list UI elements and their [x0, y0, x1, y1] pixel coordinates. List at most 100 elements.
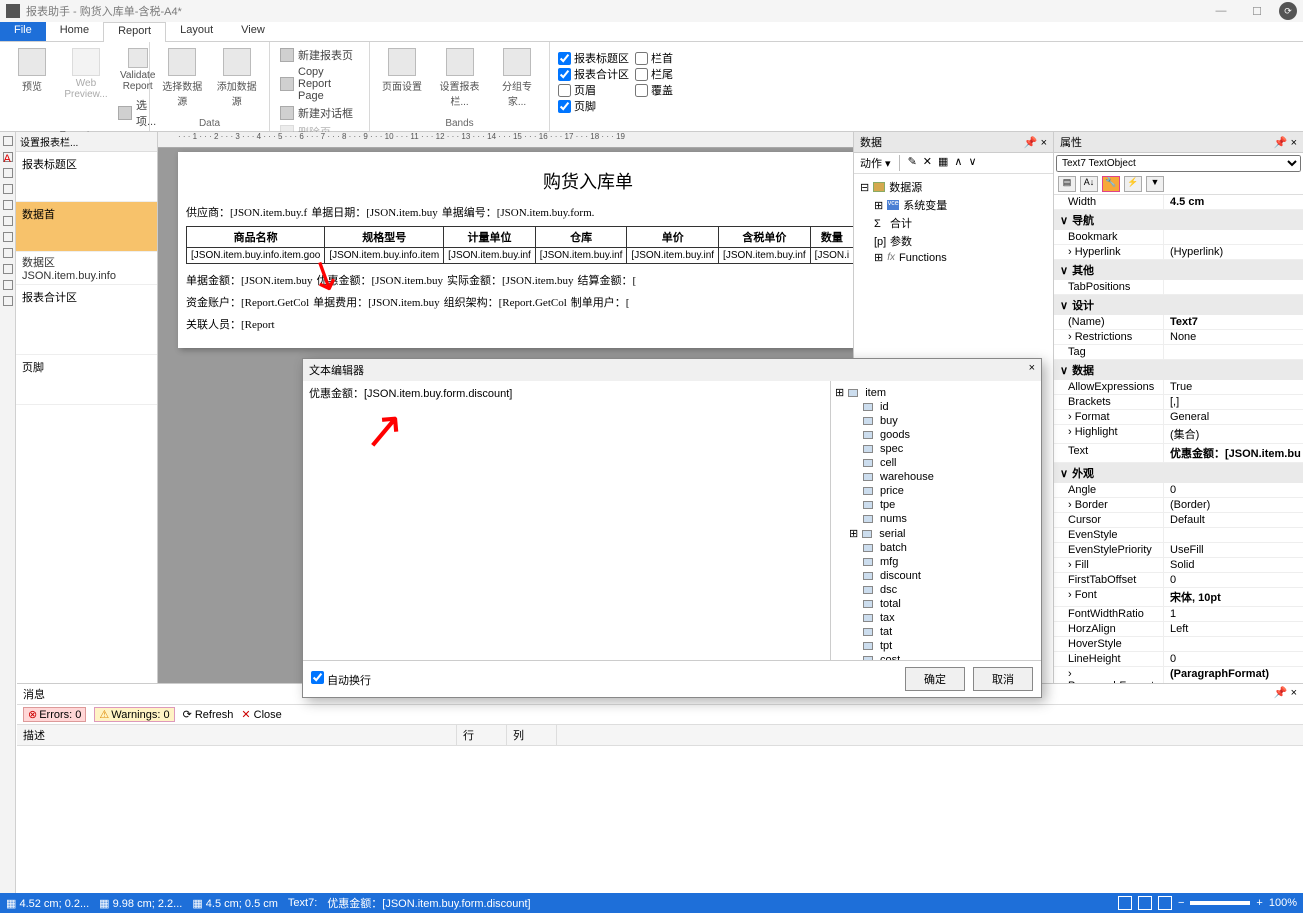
dialog-close-button[interactable]: ×: [1029, 362, 1035, 378]
copy-page-button[interactable]: Copy Report Page: [278, 65, 361, 103]
preview-button[interactable]: 预览: [8, 46, 56, 95]
view-icon-1[interactable]: [1118, 896, 1132, 910]
chk-summary-area[interactable]: 报表合计区: [558, 66, 629, 82]
tool-shape-icon[interactable]: [3, 216, 13, 226]
tree-field-serial[interactable]: ⊞ serial: [835, 526, 1037, 541]
tool-other-icon[interactable]: [3, 296, 13, 306]
tree-field-spec[interactable]: spec: [835, 442, 1037, 456]
menu-report[interactable]: Report: [103, 22, 166, 42]
tool-chart-icon[interactable]: [3, 248, 13, 258]
prop-az-btn[interactable]: A↓: [1080, 176, 1098, 192]
tree-totals[interactable]: Σ合计: [860, 214, 1047, 232]
tool-line-icon[interactable]: [3, 200, 13, 210]
field-supplier[interactable]: 供应商：[JSON.item.buy.f: [186, 204, 307, 220]
help-button[interactable]: ⟳: [1279, 2, 1297, 20]
tb-delete-icon[interactable]: ✕: [923, 155, 932, 171]
zoom-in-button[interactable]: +: [1256, 897, 1262, 909]
errors-counter[interactable]: ⊗Errors: 0: [23, 707, 86, 722]
zoom-slider[interactable]: [1190, 901, 1250, 905]
field-billamount[interactable]: 单据金额：[JSON.item.buy: [186, 272, 313, 288]
tree-field-tpe[interactable]: tpe: [835, 498, 1037, 512]
chk-page-footer[interactable]: 页脚: [558, 98, 629, 114]
new-page-button[interactable]: 新建报表页: [278, 46, 355, 64]
tree-params[interactable]: [p]参数: [860, 232, 1047, 250]
report-page[interactable]: 购货入库单 供应商：[JSON.item.buy.f 单据日期：[JSON.it…: [178, 152, 853, 348]
field-related[interactable]: 关联人员：[Report: [186, 316, 275, 332]
chk-overlay[interactable]: 覆盖: [635, 82, 673, 98]
object-selector[interactable]: Text7 TextObject: [1056, 155, 1301, 172]
chk-col-foot[interactable]: 栏尾: [635, 66, 673, 82]
field-account[interactable]: 资金账户：[Report.GetCol: [186, 294, 309, 310]
prop-cat-btn[interactable]: ▤: [1058, 176, 1076, 192]
band-panel-header[interactable]: 设置报表栏...: [16, 132, 157, 152]
panel-pin-icon[interactable]: 📌 ×: [1024, 136, 1047, 149]
menu-view[interactable]: View: [227, 22, 279, 41]
view-icon-2[interactable]: [1138, 896, 1152, 910]
group-expert-button[interactable]: 分组专家...: [493, 46, 541, 110]
tool-barcode-icon[interactable]: [3, 232, 13, 242]
chk-title-area[interactable]: 报表标题区: [558, 50, 629, 66]
field-billno[interactable]: 单据编号：[JSON.item.buy.form.: [442, 204, 595, 220]
prop-filter-btn[interactable]: ▼: [1146, 176, 1164, 192]
minimize-button[interactable]: —: [1207, 5, 1235, 17]
maximize-button[interactable]: ☐: [1243, 5, 1271, 18]
tool-image-icon[interactable]: [3, 168, 13, 178]
field-creator[interactable]: 制单用户：[: [571, 294, 630, 310]
web-preview-button[interactable]: Web Preview...: [62, 46, 110, 102]
tree-field-cell[interactable]: cell: [835, 456, 1037, 470]
report-title[interactable]: 购货入库单: [186, 168, 853, 194]
prop-wrench-btn[interactable]: 🔧: [1102, 176, 1120, 192]
band-title[interactable]: 报表标题区: [16, 152, 157, 202]
wrap-checkbox[interactable]: 自动换行: [311, 671, 371, 688]
tree-field-discount[interactable]: discount: [835, 569, 1037, 583]
cancel-button[interactable]: 取消: [973, 667, 1033, 691]
tree-field-dsc[interactable]: dsc: [835, 583, 1037, 597]
refresh-button[interactable]: ⟳ Refresh: [183, 708, 234, 721]
tb-up-icon[interactable]: ∧: [954, 155, 962, 171]
close-messages-button[interactable]: ✕ Close: [241, 708, 281, 721]
prop-pin-icon[interactable]: 📌 ×: [1274, 136, 1297, 149]
tree-field-total[interactable]: total: [835, 597, 1037, 611]
band-summary[interactable]: 报表合计区: [16, 285, 157, 355]
tree-field-item[interactable]: ⊞ item: [835, 385, 1037, 400]
menu-layout[interactable]: Layout: [166, 22, 227, 41]
field-date[interactable]: 单据日期：[JSON.item.buy: [311, 204, 438, 220]
tree-field-tpt[interactable]: tpt: [835, 639, 1037, 653]
band-data-header[interactable]: 数据首: [16, 202, 157, 252]
tree-field-mfg[interactable]: mfg: [835, 555, 1037, 569]
new-dialog-button[interactable]: 新建对话框: [278, 104, 355, 122]
prop-event-btn[interactable]: ⚡: [1124, 176, 1142, 192]
tree-sysvar[interactable]: ⊞vce系统变量: [860, 196, 1047, 214]
messages-tab[interactable]: 消息: [23, 686, 45, 702]
ok-button[interactable]: 确定: [905, 667, 965, 691]
field-actual[interactable]: 实际金额：[JSON.item.buy: [447, 272, 574, 288]
tb-view-icon[interactable]: ▦: [938, 155, 948, 171]
field-org[interactable]: 组织架构：[Report.GetCol: [444, 294, 567, 310]
chk-col-head[interactable]: 栏首: [635, 50, 673, 66]
tb-down-icon[interactable]: ∨: [968, 155, 976, 171]
menu-file[interactable]: File: [0, 22, 46, 41]
add-datasource-button[interactable]: 添加数据源: [213, 46, 262, 110]
view-icon-3[interactable]: [1158, 896, 1172, 910]
tree-field-nums[interactable]: nums: [835, 512, 1037, 526]
zoom-out-button[interactable]: −: [1178, 897, 1184, 909]
tool-pointer-icon[interactable]: [3, 136, 13, 146]
choose-datasource-button[interactable]: 选择数据源: [158, 46, 207, 110]
tree-field-tat[interactable]: tat: [835, 625, 1037, 639]
menu-home[interactable]: Home: [46, 22, 103, 41]
tree-datasource[interactable]: ⊟数据源: [860, 178, 1047, 196]
tb-edit-icon[interactable]: ✎: [908, 155, 917, 171]
tree-field-tax[interactable]: tax: [835, 611, 1037, 625]
warnings-counter[interactable]: ⚠Warnings: 0: [94, 707, 174, 722]
tool-svg-icon[interactable]: [3, 184, 13, 194]
tool-text-icon[interactable]: A: [3, 152, 13, 162]
actions-dropdown[interactable]: 动作 ▾: [860, 155, 891, 171]
editor-textarea[interactable]: 优惠金额：[JSON.item.buy.form.discount] ↗: [303, 381, 831, 660]
band-data-row[interactable]: 数据区JSON.item.buy.info: [16, 252, 157, 285]
tree-field-warehouse[interactable]: warehouse: [835, 470, 1037, 484]
messages-pin-icon[interactable]: 📌 ×: [1274, 686, 1297, 702]
field-settle[interactable]: 结算金额：[: [578, 272, 637, 288]
dialog-field-tree[interactable]: ⊞ itemidbuygoodsspeccellwarehousepricetp…: [831, 381, 1041, 660]
page-setup-button[interactable]: 页面设置: [378, 46, 426, 95]
report-table[interactable]: 商品名称规格型号计量单位仓库单价含税单价数量折扣额金额价税 [JSON.item…: [186, 226, 853, 264]
